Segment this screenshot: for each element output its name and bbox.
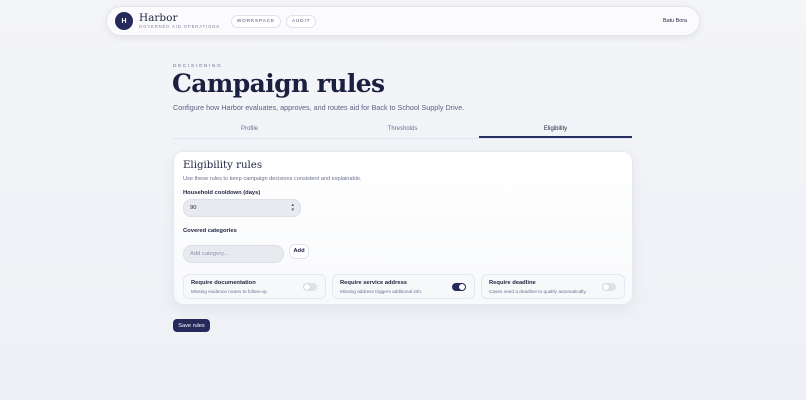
- tab-profile[interactable]: Profile: [173, 123, 326, 138]
- save-rules-button[interactable]: Save rules: [173, 319, 210, 332]
- brand: Harbor GOVERNED AID OPERATIONS: [139, 13, 220, 30]
- nav-audit[interactable]: AUDIT: [285, 14, 317, 28]
- toggle-description: Missing address triggers additional info…: [340, 289, 423, 294]
- cooldown-label: Household cooldown (days): [183, 190, 261, 196]
- service-address-toggle[interactable]: [452, 283, 466, 291]
- rules-tabs: Profile Thresholds Eligibility: [173, 123, 632, 139]
- stepper-arrows-icon: ▴ ▾: [291, 202, 294, 213]
- cooldown-select[interactable]: 90 ▴ ▾: [183, 199, 301, 217]
- toggle-title: Require documentation: [191, 280, 256, 286]
- deadline-toggle[interactable]: [602, 283, 616, 291]
- tab-thresholds[interactable]: Thresholds: [326, 123, 479, 138]
- documentation-toggle[interactable]: [303, 283, 317, 291]
- nav-workspace[interactable]: WORKSPACE: [230, 14, 281, 28]
- user-menu[interactable]: Batu Bora: [663, 18, 687, 24]
- brand-tagline: GOVERNED AID OPERATIONS: [139, 24, 220, 30]
- category-input[interactable]: Add category...: [183, 245, 284, 263]
- page-subtitle: Configure how Harbor evaluates, approves…: [173, 103, 465, 112]
- toggle-description: Missing evidence routes to follow-up.: [191, 289, 268, 294]
- toggle-title: Require deadline: [489, 280, 536, 286]
- main-nav: WORKSPACE AUDIT: [230, 14, 317, 28]
- add-category-button[interactable]: Add: [289, 244, 309, 259]
- toggle-card-service-address: Require service address Missing address …: [332, 274, 475, 299]
- toggle-knob: [603, 284, 609, 290]
- toggle-description: Cases need a deadline to qualify automat…: [489, 289, 587, 294]
- toggle-knob: [304, 284, 310, 290]
- brand-name: Harbor: [139, 11, 178, 24]
- cooldown-value: 90: [190, 205, 197, 211]
- toggle-card-documentation: Require documentation Missing evidence r…: [183, 274, 326, 299]
- logo-badge[interactable]: H: [115, 12, 133, 30]
- toggle-title: Require service address: [340, 280, 408, 286]
- toggle-card-deadline: Require deadline Cases need a deadline t…: [481, 274, 625, 299]
- toggle-knob: [459, 284, 465, 290]
- card-subtitle: Use these rules to keep campaign decisio…: [183, 176, 362, 182]
- page-title: Campaign rules: [172, 69, 385, 98]
- top-navigation-bar: H Harbor GOVERNED AID OPERATIONS WORKSPA…: [106, 6, 700, 36]
- card-title: Eligibility rules: [183, 160, 263, 171]
- categories-label: Covered categories: [183, 228, 237, 234]
- eligibility-card: Eligibility rules Use these rules to kee…: [173, 151, 633, 305]
- tab-eligibility[interactable]: Eligibility: [479, 123, 632, 138]
